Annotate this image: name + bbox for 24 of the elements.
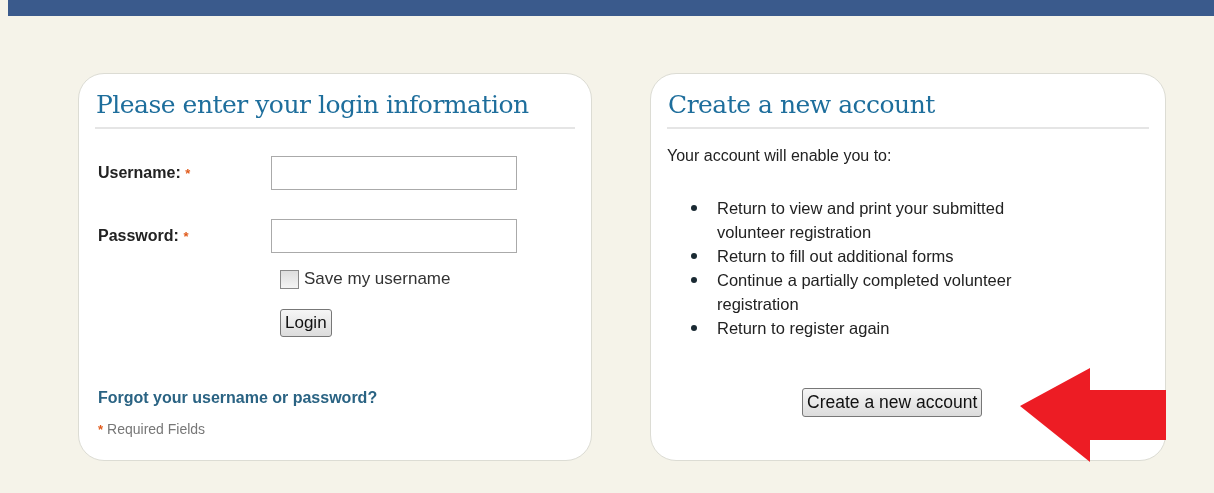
benefit-item: Return to view and print your submitted volunteer registration (717, 198, 1006, 243)
required-mark: * (98, 422, 104, 437)
benefit-item: Return to register again (717, 318, 891, 339)
card-title: Please enter your login information (95, 90, 575, 129)
field-label: Username: (98, 163, 181, 181)
forgot-link[interactable]: Forgot your username or password? (98, 389, 378, 407)
input-field[interactable] (271, 218, 517, 253)
required-note: Required Fields (107, 421, 206, 437)
bullet-icon (691, 253, 697, 259)
checkbox[interactable] (280, 269, 299, 289)
bullet-icon (691, 205, 697, 211)
required-mark: * (185, 165, 191, 181)
card-title: Create a new account (667, 90, 1149, 129)
field-label: Password: (98, 226, 179, 244)
login-button[interactable]: Login (280, 309, 332, 337)
create-account-button[interactable]: Create a new account (802, 388, 983, 417)
intro-text: Your account will enable you to: (667, 147, 893, 165)
bullet-icon (691, 325, 697, 331)
required-mark: * (183, 228, 189, 244)
benefit-item: Continue a partially completed volunteer registration (717, 270, 1013, 315)
benefit-item: Return to fill out additional forms (717, 246, 955, 267)
checkbox-label: Save my username (304, 269, 451, 289)
bullet-icon (691, 277, 697, 283)
input-field[interactable] (271, 155, 517, 190)
